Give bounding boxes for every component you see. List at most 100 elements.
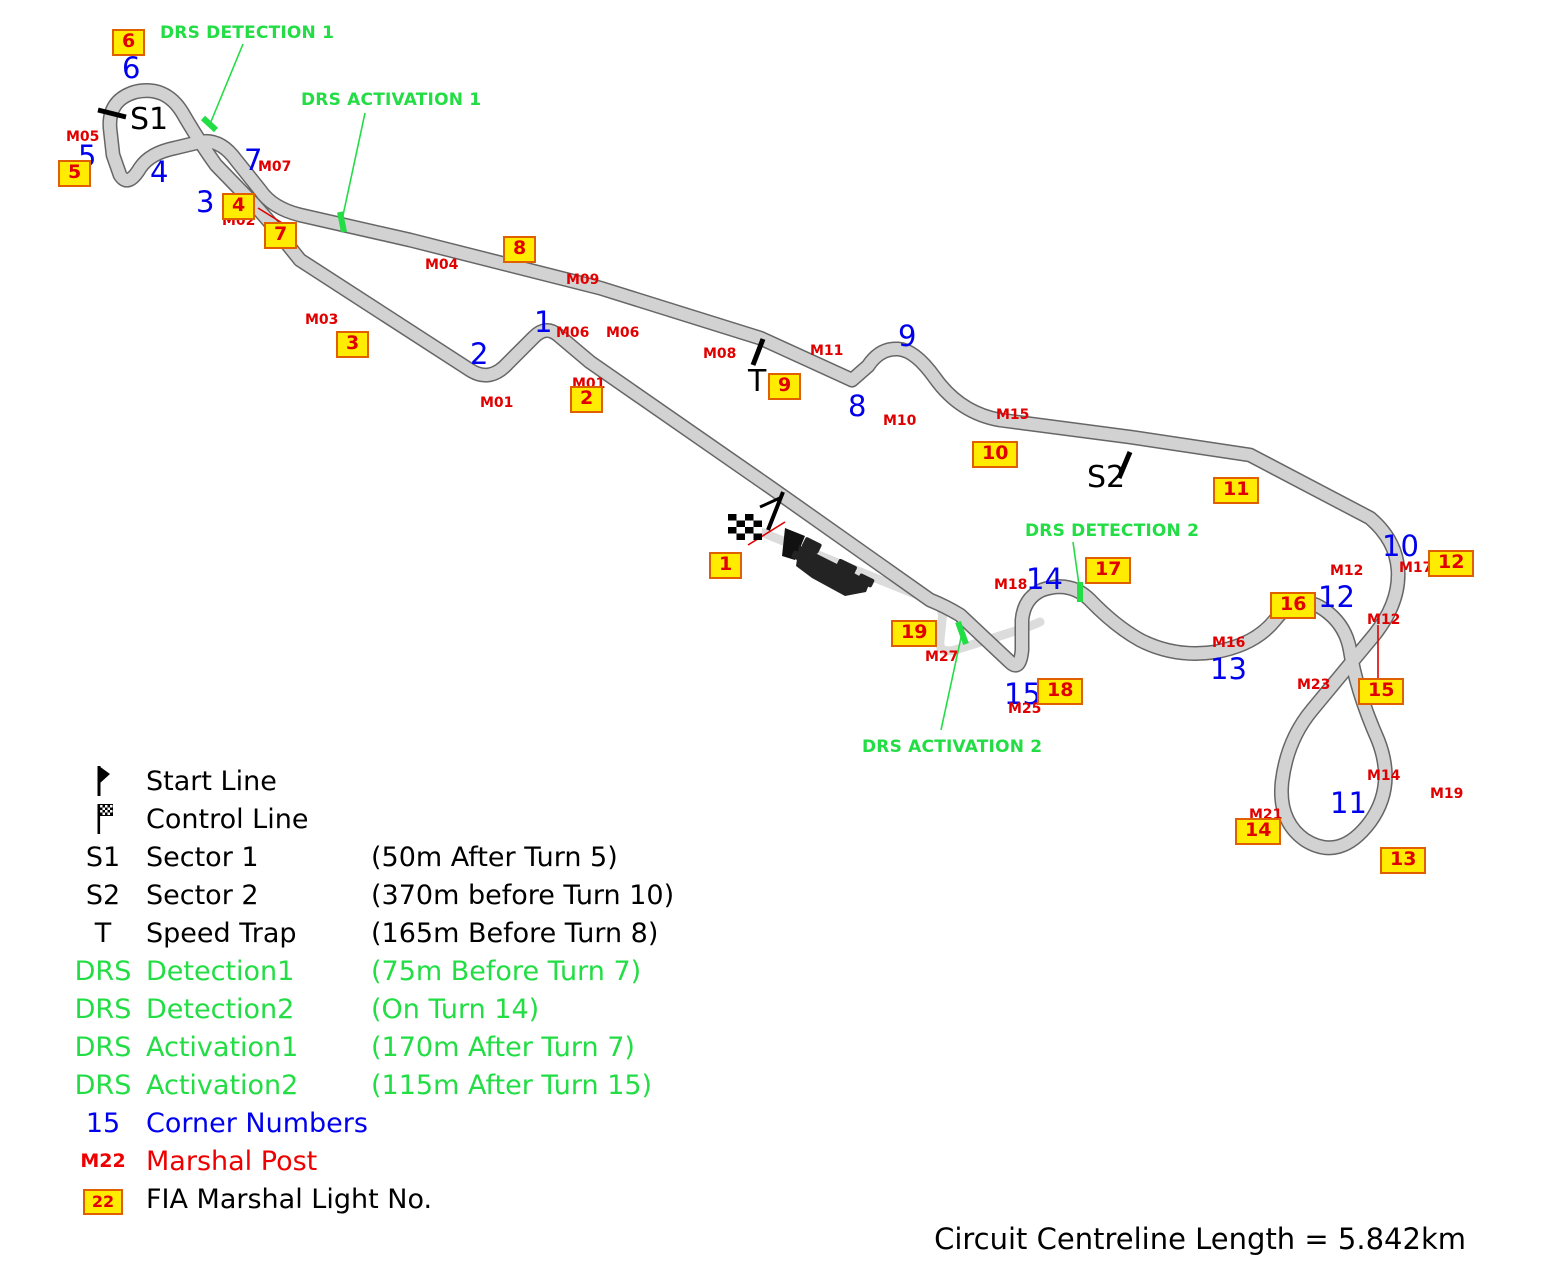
legend-key: DRS [74, 993, 132, 1025]
legend-key: 22 [82, 1189, 124, 1215]
drs-activation-2-label: DRS ACTIVATION 2 [862, 737, 1043, 757]
legend-label: Corner Numbers [146, 1107, 368, 1139]
legend-key: M22 [80, 1150, 126, 1172]
legend-row-marshal-post: M22 Marshal Post [60, 1142, 820, 1180]
legend-note: (165m Before Turn 8) [371, 917, 659, 949]
marshal-post-label: M12 [1330, 563, 1364, 579]
legend-note: (50m After Turn 5) [371, 841, 618, 873]
legend-row-drs-activation-1: DRS Activation1 (170m After Turn 7) [60, 1028, 820, 1066]
marshal-post-label: M04 [425, 257, 459, 273]
marshal-post-label: M18 [994, 577, 1028, 593]
legend: Start Line Control Line S1 Sector 1 (50m… [60, 762, 820, 1218]
corner-number: 6 [122, 51, 141, 85]
legend-note: (370m before Turn 10) [371, 879, 675, 911]
legend-key: S2 [85, 879, 121, 911]
marshal-post-label: M03 [305, 312, 339, 328]
legend-key: DRS [74, 955, 132, 987]
legend-label: Activation1 [146, 1031, 299, 1063]
fia-marshal-light[interactable]: 4 [222, 193, 256, 220]
marshal-post-label: M06 [606, 325, 640, 341]
sector-1-marker: S1 [130, 102, 169, 137]
marshal-post-label: M12 [1367, 612, 1401, 628]
marshal-post-label: M01 [480, 395, 514, 411]
legend-label: FIA Marshal Light No. [146, 1183, 433, 1215]
start-line-flag-icon [60, 764, 146, 798]
legend-row-fia-marshal-light: 22 FIA Marshal Light No. [60, 1180, 820, 1218]
fia-marshal-light[interactable]: 8 [503, 236, 537, 263]
legend-row-corner-numbers: 15 Corner Numbers [60, 1104, 820, 1142]
fia-marshal-light[interactable]: 11 [1213, 477, 1260, 504]
fia-marshal-light[interactable]: 5 [58, 160, 92, 187]
corner-number: 11 [1330, 786, 1367, 820]
marshal-post-label: M19 [1430, 786, 1464, 802]
corner-number: 12 [1318, 580, 1355, 614]
marshal-post-label: M06 [556, 325, 590, 341]
track-surface [103, 84, 1405, 854]
legend-label: Control Line [146, 803, 309, 835]
fia-marshal-light[interactable]: 14 [1235, 818, 1282, 845]
speed-trap-marker: T [748, 364, 767, 399]
marshal-post-label: M11 [810, 343, 844, 359]
corner-number: 4 [150, 155, 169, 189]
drs-activation-1-label: DRS ACTIVATION 1 [301, 90, 482, 110]
legend-note: (170m After Turn 7) [371, 1031, 635, 1063]
corner-number: 13 [1210, 652, 1247, 686]
legend-key: DRS [74, 1031, 132, 1063]
corner-number: 14 [1026, 562, 1063, 596]
corner-number: 10 [1382, 529, 1419, 563]
fia-marshal-light[interactable]: 12 [1428, 550, 1475, 577]
legend-note: (On Turn 14) [371, 993, 540, 1025]
drs-detection1-marker [200, 115, 219, 133]
legend-row-speed-trap: T Speed Trap (165m Before Turn 8) [60, 914, 820, 952]
corner-number: 3 [196, 185, 215, 219]
fia-marshal-light[interactable]: 9 [768, 373, 802, 400]
legend-label: Detection2 [146, 993, 295, 1025]
legend-key: DRS [74, 1069, 132, 1101]
legend-row-drs-activation-2: DRS Activation2 (115m After Turn 15) [60, 1066, 820, 1104]
fia-marshal-light[interactable]: 15 [1358, 678, 1405, 705]
corner-number: 1 [534, 305, 553, 339]
fia-marshal-light[interactable]: 16 [1270, 592, 1317, 619]
marshal-post-label: M15 [996, 407, 1030, 423]
legend-label: Sector 2 [146, 879, 259, 911]
circuit-length-text: Circuit Centreline Length = 5.842km [934, 1222, 1466, 1256]
marshal-post-label: M08 [703, 346, 737, 362]
legend-row-control-line: Control Line [60, 800, 820, 838]
marshal-post-label: M16 [1212, 635, 1246, 651]
fia-marshal-light[interactable]: 10 [972, 441, 1019, 468]
legend-label: Activation2 [146, 1069, 299, 1101]
legend-row-drs-detection-2: DRS Detection2 (On Turn 14) [60, 990, 820, 1028]
fia-marshal-light[interactable]: 3 [336, 331, 370, 358]
fia-marshal-light[interactable]: 2 [570, 386, 604, 413]
legend-label: Detection1 [146, 955, 295, 987]
sector-2-marker: S2 [1087, 460, 1126, 495]
drs-activation1-leader [341, 112, 366, 221]
fia-light-box-icon: 22 [60, 1183, 146, 1215]
marshal-post-label: M09 [566, 272, 600, 288]
legend-key: T [94, 917, 112, 949]
legend-label: Marshal Post [146, 1145, 318, 1177]
fia-marshal-light[interactable]: 19 [891, 620, 938, 647]
fia-marshal-light[interactable]: 17 [1085, 557, 1132, 584]
legend-key: S1 [85, 841, 121, 873]
legend-row-drs-detection-1: DRS Detection1 (75m Before Turn 7) [60, 952, 820, 990]
legend-row-sector-2: S2 Sector 2 (370m before Turn 10) [60, 876, 820, 914]
corner-number: 8 [848, 389, 867, 423]
marshal-post-label: M23 [1297, 677, 1331, 693]
marshal-post-label: M27 [925, 649, 959, 665]
fia-marshal-light[interactable]: 1 [709, 552, 743, 579]
marshal-post-label: M10 [883, 413, 917, 429]
fia-marshal-light[interactable]: 18 [1037, 678, 1084, 705]
legend-note: (75m Before Turn 7) [371, 955, 642, 987]
fia-marshal-light[interactable]: 13 [1380, 847, 1427, 874]
legend-label: Sector 1 [146, 841, 259, 873]
marshal-post-label: M07 [258, 159, 292, 175]
fia-marshal-light[interactable]: 6 [112, 29, 146, 56]
legend-note: (115m After Turn 15) [371, 1069, 653, 1101]
fia-marshal-light[interactable]: 7 [264, 222, 298, 249]
circuit-map-page: 6 5 4 3 7 1 2 9 8 10 12 13 11 14 15 M05 … [0, 0, 1544, 1280]
control-line-flag-icon [60, 802, 146, 836]
legend-key: 15 [85, 1107, 121, 1139]
legend-row-start-line: Start Line [60, 762, 820, 800]
corner-number: 2 [470, 337, 489, 371]
